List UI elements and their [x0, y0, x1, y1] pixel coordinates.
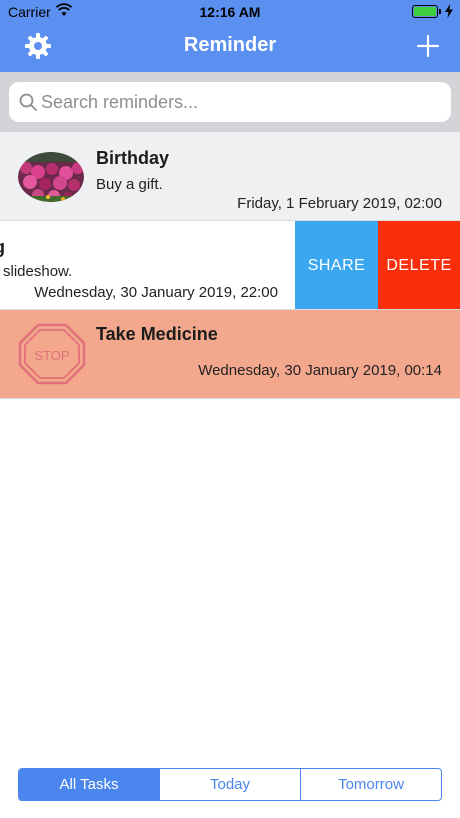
share-button[interactable]: SHARE — [295, 221, 378, 309]
clock: 12:16 AM — [199, 4, 261, 20]
flowers-photo-thumbnail — [18, 152, 84, 202]
tab-tomorrow[interactable]: Tomorrow — [300, 769, 441, 800]
stop-sign-icon: STOP — [18, 323, 86, 385]
tab-all-tasks[interactable]: All Tasks — [19, 769, 159, 800]
search-field[interactable] — [9, 82, 451, 122]
battery-nub — [439, 9, 441, 14]
reminder-title: Birthday — [96, 148, 170, 168]
reminder-datetime: Wednesday, 30 January 2019, 22:00 — [34, 284, 278, 301]
tab-today[interactable]: Today — [159, 769, 300, 800]
stop-sign-text: STOP — [34, 348, 69, 363]
page-title: Reminder — [183, 34, 277, 56]
reminder-note: slideshow. — [3, 263, 73, 280]
plus-icon[interactable] — [416, 34, 440, 58]
reminder-title: Take Medicine — [96, 324, 218, 344]
nav-bar: Carrier 12:16 AM Reminder — [0, 0, 460, 72]
reminder-datetime: Wednesday, 30 January 2019, 00:14 — [198, 362, 442, 379]
battery-icon — [412, 5, 438, 18]
task-filter-segmented-control: All Tasks Today Tomorrow — [18, 768, 442, 801]
search-input[interactable] — [41, 82, 441, 122]
search-icon — [19, 93, 37, 111]
delete-button[interactable]: DELETE — [378, 221, 460, 309]
reminder-title: g — [0, 237, 5, 258]
reminder-note: Buy a gift. — [96, 176, 163, 193]
charging-bolt-icon — [445, 4, 453, 18]
reminder-row-swiped[interactable]: g slideshow. Wednesday, 30 January 2019,… — [0, 221, 460, 310]
status-bar: Carrier 12:16 AM — [0, 0, 460, 22]
reminder-row-take-medicine[interactable]: STOP Take Medicine Wednesday, 30 January… — [0, 310, 460, 399]
reminder-datetime: Friday, 1 February 2019, 02:00 — [237, 195, 442, 212]
reminder-row-birthday[interactable]: Birthday Buy a gift. Friday, 1 February … — [0, 132, 460, 221]
